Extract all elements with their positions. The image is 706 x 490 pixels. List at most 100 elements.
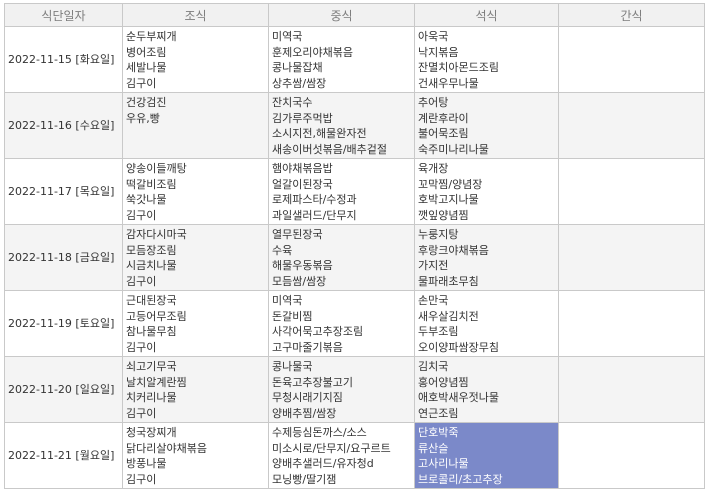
snack-cell — [558, 158, 705, 225]
menu-item: 김구이 — [126, 274, 157, 288]
menu-item: 홍어양념찜 — [418, 375, 469, 389]
menu-item: 오이양파쌈장무침 — [418, 340, 499, 354]
lunch-cell: 잔치국수 김가루주먹밥 소시지전,해물완자전 새송이버섯볶음/배추겉절 — [268, 92, 415, 159]
menu-item: 세발나물 — [126, 61, 167, 74]
menu-item: 낙지볶음 — [418, 45, 459, 59]
menu-item: 김구이 — [126, 472, 157, 486]
menu-item: 고구마줄기볶음 — [272, 340, 343, 354]
menu-item: 떡갈비조림 — [126, 177, 177, 191]
lunch-cell: 열무된장국 수육 해물우동볶음 모듬쌈/쌈장 — [268, 224, 415, 291]
menu-item: 꼬막찜/양념장 — [418, 177, 483, 191]
menu-item: 미역국 — [272, 30, 303, 43]
menu-item: 후랑크야채볶음 — [418, 243, 489, 257]
dinner-cell: 손만국 새우살김치전 두부조림 오이양파쌈장무침 — [414, 290, 559, 357]
menu-item: 김구이 — [126, 340, 157, 354]
lunch-cell: 햄야채볶음밥 얼갈이된장국 로제파스타/수정과 과일샐러드/단무지 — [268, 158, 415, 225]
menu-item: 콩나물국 — [272, 360, 313, 373]
menu-item: 고등어무조림 — [126, 309, 187, 323]
menu-item: 추어탕 — [418, 96, 449, 109]
menu-item: 숙주미나리나물 — [418, 142, 489, 156]
menu-item: 깻잎양념찜 — [418, 208, 469, 222]
menu-item: 김치국 — [418, 360, 449, 373]
table-row: 2022-11-15 [화요일] 순두부찌개 병어조림 세발나물 김구이 미역국 훈제오리야… — [4, 26, 705, 93]
dinner-cell: 육개장 꼬막찜/양념장 호박고지나물 깻잎양념찜 — [414, 158, 559, 225]
menu-item: 청국장찌개 — [126, 426, 177, 439]
menu-item: 호박고지나물 — [418, 193, 479, 206]
menu-item: 잔멸치아몬드조림 — [418, 61, 499, 74]
menu-item: 건새우무나물 — [418, 76, 479, 90]
menu-item: 시금치나물 — [126, 259, 177, 272]
meal-table-body: 2022-11-15 [화요일] 순두부찌개 병어조림 세발나물 김구이 미역국 훈제오리야… — [4, 26, 705, 489]
menu-item: 참나물무침 — [126, 325, 177, 338]
menu-item: 사각어묵고추장조림 — [272, 325, 364, 338]
meal-date: 2022-11-17 [목요일] — [4, 158, 123, 225]
menu-item: 새우살김치전 — [418, 309, 479, 323]
menu-item: 고사리나물 — [418, 457, 469, 470]
header-row: 식단일자 조식 중식 석식 간식 — [4, 3, 705, 27]
snack-cell — [558, 26, 705, 93]
menu-item: 브로콜리/초고추장 — [418, 472, 503, 486]
menu-item: 류산슬 — [418, 441, 449, 455]
breakfast-cell: 청국장찌개 닭다리살야채볶음 방풍나물 김구이 — [122, 422, 269, 489]
meal-date: 2022-11-21 [월요일] — [4, 422, 123, 489]
menu-item: 수제등심돈까스/소스 — [272, 426, 367, 439]
snack-cell — [558, 422, 705, 489]
menu-item: 새송이버섯볶음/배추겉절 — [272, 142, 388, 156]
menu-item: 상추쌈/쌈장 — [272, 76, 327, 90]
meal-table: 식단일자 조식 중식 석식 간식 2022-11-15 [화요일] 순두부찌개 병어… — [4, 3, 705, 489]
table-row: 2022-11-16 [수요일] 건강검진 우유,빵 잔치국수 김가루주먹밥 소시지전,해… — [4, 92, 705, 159]
menu-item: 가지전 — [418, 259, 449, 272]
meal-date: 2022-11-15 [화요일] — [4, 26, 123, 93]
menu-item: 연근조림 — [418, 406, 459, 420]
menu-item: 돈갈비찜 — [272, 309, 313, 323]
breakfast-cell: 근대된장국고등어무조림참나물무침김구이 — [122, 290, 269, 357]
breakfast-cell: 순두부찌개 병어조림 세발나물 김구이 — [122, 26, 269, 93]
dinner-cell: 추어탕 계란후라이 불어묵조림 숙주미나리나물 — [414, 92, 559, 159]
snack-cell — [558, 290, 705, 357]
menu-item: 계란후라이 — [418, 111, 469, 125]
menu-item: 소시지전,해물완자전 — [272, 127, 367, 140]
menu-item: 누룽지탕 — [418, 228, 459, 241]
menu-item: 과일샐러드/단무지 — [272, 208, 357, 222]
lunch-cell: 미역국 훈제오리야채볶음 콩나물잡채 상추쌈/쌈장 — [268, 26, 415, 93]
dinner-cell: 김치국홍어양념찜애호박새우젓나물연근조림 — [414, 356, 559, 423]
menu-item: 애호박새우젓나물 — [418, 391, 499, 404]
lunch-cell: 수제등심돈까스/소스 미소시로/단무지/요구르트 양배추샐러드/유자청d 모닝빵/딸기… — [268, 422, 415, 489]
menu-item: 아욱국 — [418, 30, 449, 43]
table-row: 2022-11-19 [토요일] 근대된장국 고등어무조림 참나물무침 김구이 미역국 돈갈… — [4, 290, 705, 357]
menu-item: 물파래초무침 — [418, 274, 479, 288]
menu-item: 근대된장국 — [126, 294, 177, 307]
menu-item: 김구이 — [126, 208, 157, 222]
table-row: 2022-11-18 [금요일] 감자다시마국 모듬장조림 시금치나물 김구이 열무된장국… — [4, 224, 705, 291]
table-row: 2022-11-20 [일요일] 쇠고기무국 날치알계란찜 치커리나물 김구이 콩나물국 돈… — [4, 356, 705, 423]
menu-item: 양배추샐러드/유자청d — [272, 457, 374, 470]
menu-item: 단호박죽 — [418, 426, 459, 439]
dinner-cell: 아욱국낙지볶음잔멸치아몬드조림건새우무나물 — [414, 26, 559, 93]
meal-date: 2022-11-20 [일요일] — [4, 356, 123, 423]
menu-item: 김가루주먹밥 — [272, 111, 333, 125]
meal-date: 2022-11-16 [수요일] — [4, 92, 123, 159]
breakfast-cell: 감자다시마국모듬장조림시금치나물김구이 — [122, 224, 269, 291]
header-snack: 간식 — [558, 3, 705, 27]
menu-item: 모듬장조림 — [126, 243, 177, 257]
header-lunch: 중식 — [268, 3, 415, 27]
meal-date: 2022-11-19 [토요일] — [4, 290, 123, 357]
menu-item: 수육 — [272, 243, 293, 257]
menu-item: 햄야채볶음밥 — [272, 162, 333, 175]
header-breakfast: 조식 — [122, 3, 269, 27]
menu-item: 건강검진 — [126, 96, 167, 109]
menu-item: 쇠고기무국 — [126, 360, 177, 373]
menu-item: 손만국 — [418, 294, 449, 307]
menu-item: 김구이 — [126, 76, 157, 90]
menu-item: 쑥갓나물 — [126, 193, 167, 206]
menu-item: 모닝빵/딸기잼 — [272, 472, 337, 486]
menu-item: 얼갈이된장국 — [272, 177, 333, 191]
breakfast-cell: 쇠고기무국 날치알계란찜 치커리나물 김구이 — [122, 356, 269, 423]
menu-item: 날치알계란찜 — [126, 375, 187, 389]
dinner-cell[interactable]: 단호박죽류산슬고사리나물브로콜리/초고추장 — [414, 422, 559, 489]
menu-item: 방풍나물 — [126, 457, 167, 470]
menu-item: 콩나물잡채 — [272, 61, 323, 74]
meal-date: 2022-11-18 [금요일] — [4, 224, 123, 291]
menu-item: 감자다시마국 — [126, 228, 187, 241]
snack-cell — [558, 224, 705, 291]
